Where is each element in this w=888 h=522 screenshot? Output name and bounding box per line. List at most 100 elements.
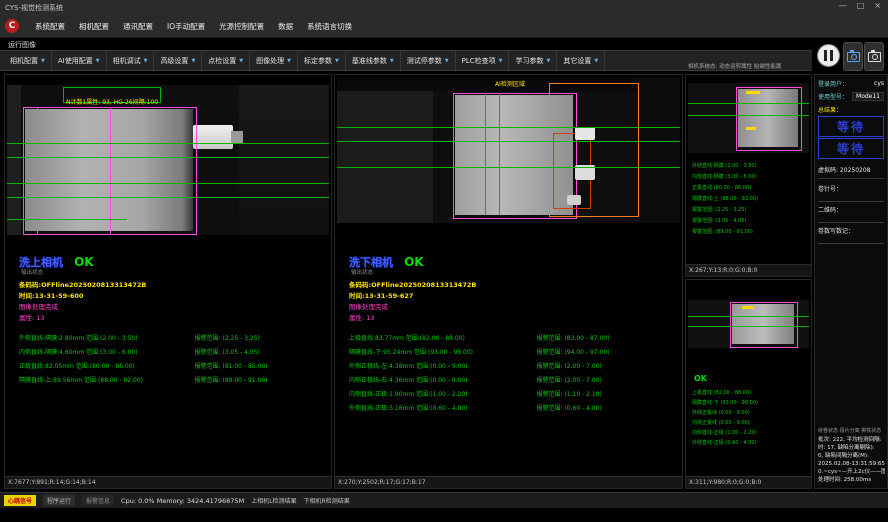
process-info-lines: 批次: 222, 平均检测间隔:时: 17, 缺陷分离剔除):0, 缺陷间隔分离… [818, 436, 885, 484]
pause-button[interactable] [817, 44, 840, 67]
camera-view-side-top[interactable]: 外侧直线-隔膜 (2.00 - 3.50)内侧直线-隔膜 (3.00 - 6.0… [685, 74, 812, 277]
measurement-value: 正极直线:82.05mm 范围:(80.00 - 86.00) [19, 361, 195, 375]
chevron-down-icon: ▼ [594, 58, 598, 64]
process-info-line: 批次: 222, 平均检测间隔: [818, 436, 885, 444]
camera-icon [847, 52, 860, 62]
roi-rect [736, 87, 802, 151]
maximize-button[interactable]: □ [852, 1, 870, 10]
result-ok-badge: OK [74, 255, 94, 269]
overlay-note: N计数1属性: 93, HG-26间隔:100 [66, 99, 158, 106]
result-ok-badge: OK [694, 374, 707, 383]
menu-bar: C 系统配置相机配置通讯配置IO手动配置光源控制配置数据系统语言切换 [0, 15, 888, 38]
close-button[interactable]: × [869, 1, 886, 10]
attribute-text: 属性: 13 [19, 312, 45, 322]
window-title: CYS-视觉检测系统 [5, 3, 63, 13]
measurement-row: 隔膜直线-下:95.24mm 范围:(93.00 - 98.00) 报警范围: … [349, 347, 678, 361]
camera-view-upper[interactable]: N计数1属性: 93, HG-26间隔:100 洗上相机 OK 输出状态 条码码… [4, 74, 332, 489]
measure-line [337, 141, 680, 142]
tab-label: 基准线参数 [352, 56, 387, 66]
tab[interactable]: 高级设置 ▼ [154, 51, 202, 70]
process-info-line: 2025.02.08-13:31:59:65 [818, 460, 885, 468]
panel-field-input[interactable] [818, 194, 884, 202]
measurement-line-text: 外侧直线-隔膜 (2.00 - 3.50) [692, 161, 809, 172]
camera-settings-button[interactable] [864, 42, 884, 71]
tab[interactable]: 相机调试 ▼ [107, 51, 155, 70]
app-window: CYS-视觉检测系统 — □ × C 系统配置相机配置通讯配置IO手动配置光源控… [0, 0, 888, 522]
result-status-box: 等待 [818, 116, 884, 137]
panel-field-input[interactable] [818, 236, 884, 244]
measurement-line-text: 内侧直线-正极 (1.00 - 2.20) [692, 428, 809, 438]
measurement-row: 隔膜直线-上:89.56mm 范围:(88.00 - 92.00) 报警范围: … [19, 375, 327, 389]
panel-field-input[interactable] [818, 215, 884, 223]
total-result-label: 总结果： [818, 105, 884, 114]
attribute-text: 属性: 13 [349, 312, 375, 322]
app-logo-icon: C [5, 19, 19, 33]
machine-background [433, 77, 447, 223]
camera-image-side-top [688, 83, 809, 153]
measurement-list: 上极直线:83.77mm 范围:(82.00 - 88.00) 报警范围: (8… [349, 333, 678, 417]
tab-label: 学习参数 [515, 56, 543, 66]
ai-region-label: AI检测区域 [495, 79, 525, 88]
menu-item[interactable]: 数据 [271, 21, 300, 32]
camera-view-side-bottom[interactable]: OK 上极直线 (82.00 - 88.00)隔膜直线-下 (93.00 - 9… [685, 279, 812, 489]
cursor-coordinates: X:270;Y:2502;R:17;G:17;B:17 [335, 476, 682, 488]
tab[interactable]: 相机配置 ▼ [4, 51, 52, 70]
tab[interactable]: AI使用配置 ▼ [52, 51, 107, 70]
main-menu: 系统配置相机配置通讯配置IO手动配置光源控制配置数据系统语言切换 [28, 21, 359, 32]
title-bar: CYS-视觉检测系统 — □ × [0, 0, 888, 15]
tab[interactable]: 学习参数 ▼ [509, 51, 557, 70]
menu-item[interactable]: 通讯配置 [116, 21, 160, 32]
chevron-down-icon: ▼ [335, 58, 339, 64]
menu-item[interactable]: 系统语言切换 [300, 21, 359, 32]
heartbeat-badge: 心跳信号 [4, 495, 36, 506]
measurement-line-text: 报警范围: (3.05 - 4.05) [692, 216, 809, 227]
measurement-row: 外侧直线-隔膜:2.80mm 范围:(2.00 - 3.50) 报警范围: (2… [19, 333, 327, 347]
camera-capture-button[interactable] [843, 42, 863, 71]
model-value[interactable]: Mode11 [852, 92, 884, 101]
tab[interactable]: 点检设置 ▼ [202, 51, 250, 70]
cursor-coordinates: X:7677;Y:891;R:14;G:14;B:14 [5, 476, 331, 488]
measurement-line-text: 报警范围: (2.25 - 3.25) [692, 205, 809, 216]
alarm-range: 报警范围: (2.00 - 7.00) [537, 361, 678, 375]
tab[interactable]: 图像处理 ▼ [250, 51, 298, 70]
tab-label: 高级设置 [160, 56, 188, 66]
panel-field: 二维码： [818, 205, 884, 223]
alarm-info-chip[interactable]: 报警信息 [82, 495, 114, 506]
alarm-range: 报警范围: (3.05 - 4.05) [195, 347, 327, 361]
alarm-range: 报警范围: (89.00 - 91.00) [195, 375, 327, 389]
model-label: 使用型号： [818, 92, 848, 101]
overlay-mark [746, 127, 756, 130]
menu-item[interactable]: 光源控制配置 [212, 21, 271, 32]
bright-feature [575, 127, 595, 140]
camera-view-lower[interactable]: AI检测区域 洗下相机 OK 输出状态 条码码:OFFline202502081… [334, 74, 683, 489]
measurement-value: 内侧直线-隔膜:4.60mm 范围:(3.00 - 6.00) [19, 347, 195, 361]
tab[interactable]: 基准线参数 ▼ [346, 51, 401, 70]
camera-icon [868, 52, 881, 62]
lower-camera-result-text: 下相机R检测结果 [304, 496, 350, 505]
tab[interactable]: 标定参数 ▼ [298, 51, 346, 70]
measurement-line-text: 外侧直线-正极 (0.60 - 4.00) [692, 438, 809, 448]
tab[interactable]: PLC检查项 ▼ [456, 51, 510, 70]
model-row: 使用型号： Mode11 [818, 92, 884, 101]
camera-image-lower: AI检测区域 [337, 77, 680, 223]
overlay-mark [746, 91, 760, 94]
tab[interactable]: 测试停参数 ▼ [401, 51, 456, 70]
measurement-row: 内侧正极线-右:4.36mm 范围:(0.00 - 9.00) 报警范围: (2… [349, 375, 678, 389]
measurement-list: 外侧直线-隔膜:2.80mm 范围:(2.00 - 3.50) 报警范围: (2… [19, 333, 327, 389]
roi-rect [37, 107, 111, 235]
measurement-line-text: 隔膜直线-上 (88.00 - 92.00) [692, 194, 809, 205]
measure-line [688, 326, 809, 327]
barcode-text: 条码码:OFFline2025020813313472B [349, 279, 476, 289]
menu-item[interactable]: 系统配置 [28, 21, 72, 32]
machine-background [239, 85, 329, 235]
measurement-line-text: 隔膜直线-下 (93.00 - 98.00) [692, 398, 809, 408]
chevron-down-icon: ▼ [191, 58, 195, 64]
machine-background [637, 77, 680, 223]
minimize-button[interactable]: — [834, 1, 852, 10]
menu-item[interactable]: IO手动配置 [160, 21, 212, 32]
process-info-header: 绕卷状态 极片分离 撕铁状态 [818, 427, 885, 434]
menu-item[interactable]: 相机配置 [72, 21, 116, 32]
right-column-caption: 相机系统态: 动态运转属性 始端性能属 [688, 62, 812, 70]
tab[interactable]: 其它设置 ▼ [557, 51, 605, 70]
measurement-row: 上极直线:83.77mm 范围:(82.00 - 88.00) 报警范围: (8… [349, 333, 678, 347]
